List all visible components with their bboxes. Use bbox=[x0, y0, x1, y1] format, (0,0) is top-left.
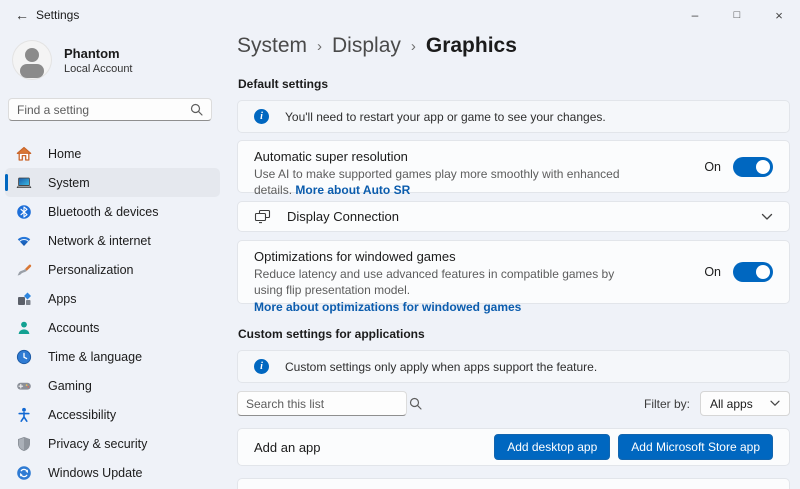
auto-sr-learn-more-link[interactable]: More about Auto SR bbox=[295, 183, 410, 197]
banner-text: You'll need to restart your app or game … bbox=[285, 110, 606, 124]
window-controls: – □ × bbox=[674, 0, 800, 30]
sidebar-item-windows-update[interactable]: Windows Update bbox=[5, 458, 220, 487]
sidebar-item-bluetooth[interactable]: Bluetooth & devices bbox=[5, 197, 220, 226]
sidebar-nav: Home System Bluetooth & devices bbox=[0, 139, 225, 487]
sidebar: Phantom Local Account Home bbox=[0, 30, 225, 489]
info-icon: i bbox=[254, 109, 269, 124]
back-button[interactable]: ← bbox=[10, 4, 34, 26]
sidebar-item-label: Privacy & security bbox=[48, 437, 147, 451]
selection-indicator bbox=[5, 174, 8, 191]
add-app-label: Add an app bbox=[254, 440, 494, 455]
add-store-app-button[interactable]: Add Microsoft Store app bbox=[618, 434, 773, 460]
windows-update-icon bbox=[16, 465, 32, 481]
breadcrumb-separator: › bbox=[411, 38, 416, 55]
sidebar-item-personalization[interactable]: Personalization bbox=[5, 255, 220, 284]
sidebar-item-label: Apps bbox=[48, 292, 77, 306]
info-icon: i bbox=[254, 359, 269, 374]
search-icon bbox=[190, 103, 203, 116]
settings-search-input[interactable] bbox=[9, 103, 190, 117]
settings-search-box[interactable] bbox=[8, 98, 212, 121]
sidebar-item-privacy[interactable]: Privacy & security bbox=[5, 429, 220, 458]
personalization-icon bbox=[16, 262, 32, 278]
sidebar-item-home[interactable]: Home bbox=[5, 139, 220, 168]
list-search-input[interactable] bbox=[238, 397, 409, 411]
breadcrumb-display[interactable]: Display bbox=[332, 34, 401, 58]
display-connection-icon bbox=[254, 209, 271, 224]
auto-sr-card: Automatic super resolution Use AI to mak… bbox=[237, 140, 790, 193]
home-icon bbox=[16, 146, 32, 162]
sidebar-item-label: Time & language bbox=[48, 350, 142, 364]
windowed-games-toggle-state: On bbox=[704, 265, 721, 279]
sidebar-item-accessibility[interactable]: Accessibility bbox=[5, 400, 220, 429]
breadcrumb-system[interactable]: System bbox=[237, 34, 307, 58]
auto-sr-title: Automatic super resolution bbox=[254, 149, 639, 164]
sidebar-item-label: Windows Update bbox=[48, 466, 143, 480]
sidebar-item-label: Bluetooth & devices bbox=[48, 205, 159, 219]
breadcrumb: System › Display › Graphics bbox=[237, 34, 517, 58]
close-button[interactable]: × bbox=[758, 0, 800, 30]
list-controls-row: Filter by: All apps bbox=[237, 391, 790, 416]
custom-settings-info-banner: i Custom settings only apply when apps s… bbox=[237, 350, 790, 383]
sidebar-item-label: Network & internet bbox=[48, 234, 151, 248]
sidebar-item-label: Accessibility bbox=[48, 408, 116, 422]
accessibility-icon bbox=[16, 407, 32, 423]
system-icon bbox=[16, 175, 32, 191]
windowed-games-description: Reduce latency and use advanced features… bbox=[254, 267, 614, 297]
filter-dropdown[interactable]: All apps bbox=[700, 391, 790, 416]
display-connection-label: Display Connection bbox=[287, 209, 761, 224]
accounts-icon bbox=[16, 320, 32, 336]
sidebar-item-label: Accounts bbox=[48, 321, 99, 335]
account-area[interactable]: Phantom Local Account bbox=[12, 40, 133, 80]
time-language-icon bbox=[16, 349, 32, 365]
minimize-button[interactable]: – bbox=[674, 0, 716, 30]
windowed-games-title: Optimizations for windowed games bbox=[254, 249, 639, 264]
sidebar-item-label: Personalization bbox=[48, 263, 133, 277]
search-icon bbox=[409, 397, 422, 410]
privacy-shield-icon bbox=[16, 436, 32, 452]
sidebar-item-label: Home bbox=[48, 147, 81, 161]
main-content: System › Display › Graphics Default sett… bbox=[237, 30, 790, 489]
titlebar: ← Settings – □ × bbox=[0, 0, 800, 30]
apps-icon bbox=[16, 291, 32, 307]
sidebar-item-gaming[interactable]: Gaming bbox=[5, 371, 220, 400]
banner-text: Custom settings only apply when apps sup… bbox=[285, 360, 597, 374]
auto-sr-toggle-state: On bbox=[704, 160, 721, 174]
windowed-games-learn-more-link[interactable]: More about optimizations for windowed ga… bbox=[254, 300, 639, 316]
add-desktop-app-button[interactable]: Add desktop app bbox=[494, 434, 610, 460]
add-app-card: Add an app Add desktop app Add Microsoft… bbox=[237, 428, 790, 466]
custom-settings-heading: Custom settings for applications bbox=[238, 327, 425, 341]
windowed-games-toggle[interactable] bbox=[733, 262, 773, 282]
account-type: Local Account bbox=[64, 63, 133, 75]
window-title: Settings bbox=[36, 8, 79, 22]
breadcrumb-separator: › bbox=[317, 38, 322, 55]
gaming-icon bbox=[16, 378, 32, 394]
sidebar-item-time-language[interactable]: Time & language bbox=[5, 342, 220, 371]
chevron-down-icon bbox=[761, 213, 773, 221]
settings-window: ← Settings – □ × Phantom Local Account bbox=[0, 0, 800, 489]
chevron-down-icon bbox=[770, 400, 780, 407]
list-search-box[interactable] bbox=[237, 391, 407, 416]
avatar bbox=[12, 40, 52, 80]
network-icon bbox=[16, 233, 32, 249]
page-title: Graphics bbox=[426, 34, 517, 58]
windowed-games-card: Optimizations for windowed games Reduce … bbox=[237, 240, 790, 304]
bluetooth-icon bbox=[16, 204, 32, 220]
default-settings-heading: Default settings bbox=[238, 77, 328, 91]
maximize-button[interactable]: □ bbox=[716, 0, 758, 30]
filter-by-label: Filter by: bbox=[644, 397, 690, 411]
sidebar-item-accounts[interactable]: Accounts bbox=[5, 313, 220, 342]
auto-sr-toggle[interactable] bbox=[733, 157, 773, 177]
sidebar-item-apps[interactable]: Apps bbox=[5, 284, 220, 313]
filter-dropdown-value: All apps bbox=[710, 397, 770, 411]
display-connection-expander[interactable]: Display Connection bbox=[237, 201, 790, 232]
account-name: Phantom bbox=[64, 46, 133, 61]
sidebar-item-system[interactable]: System bbox=[5, 168, 220, 197]
sidebar-item-label: Gaming bbox=[48, 379, 92, 393]
sidebar-item-label: System bbox=[48, 176, 90, 190]
app-list-item-partial bbox=[237, 478, 790, 489]
restart-info-banner: i You'll need to restart your app or gam… bbox=[237, 100, 790, 133]
sidebar-item-network[interactable]: Network & internet bbox=[5, 226, 220, 255]
